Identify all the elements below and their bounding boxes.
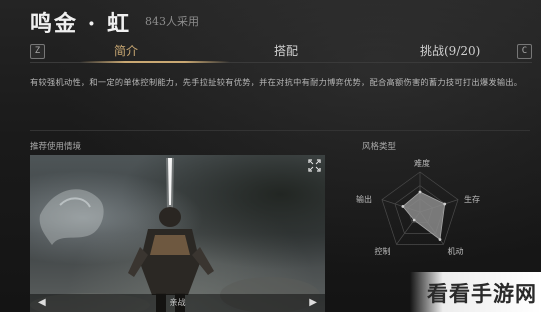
radar-point-0: [418, 190, 422, 194]
radar-axis-label: 输出: [355, 194, 372, 204]
radar-point-4: [401, 205, 405, 208]
watermark-text: 看看手游网: [427, 282, 537, 306]
radar-point-2: [438, 238, 442, 241]
video-section-label: 推荐使用情境: [30, 142, 82, 152]
active-tab-indicator: [80, 61, 230, 63]
hero-title: 鸣金 · 虹: [30, 11, 131, 37]
radar-point-3: [412, 218, 416, 222]
radar-axis-label: 控制: [374, 247, 391, 257]
usage-count: 843人采用: [145, 15, 199, 28]
radar-point-1: [443, 202, 447, 206]
radar-axis-label: 机动: [447, 247, 464, 257]
fullscreen-icon[interactable]: [308, 159, 321, 172]
tab-next-key[interactable]: C: [517, 44, 532, 59]
video-caption: 亲战: [169, 298, 186, 307]
tab-challenge[interactable]: 挑战(9/20): [420, 42, 480, 59]
video-scene-figure: [30, 158, 320, 312]
radar-svg: [381, 171, 459, 245]
tab-loadout[interactable]: 搭配: [274, 42, 298, 59]
radar-axis-label: 难度: [414, 159, 430, 168]
radar-axis-label: 生存: [464, 194, 481, 204]
next-arrow-icon[interactable]: ▶: [309, 297, 317, 308]
tab-bar: Z 简介 搭配 挑战(9/20) C: [30, 40, 532, 64]
hero-description: 有较强机动性，和一定的单体控制能力，先手拉扯较有优势，并在对抗中有耐力博弈优势，…: [30, 77, 523, 87]
tab-prev-key[interactable]: Z: [30, 44, 45, 59]
watermark-banner: 看看手游网: [410, 272, 541, 312]
style-radar-chart: 难度生存机动 控制 输出: [345, 150, 525, 270]
section-divider: [30, 130, 530, 131]
usage-video[interactable]: ◀ 亲战 ▶: [30, 155, 325, 312]
tab-intro[interactable]: 简介: [114, 42, 138, 59]
video-controls: ◀ 亲战 ▶: [30, 294, 325, 312]
